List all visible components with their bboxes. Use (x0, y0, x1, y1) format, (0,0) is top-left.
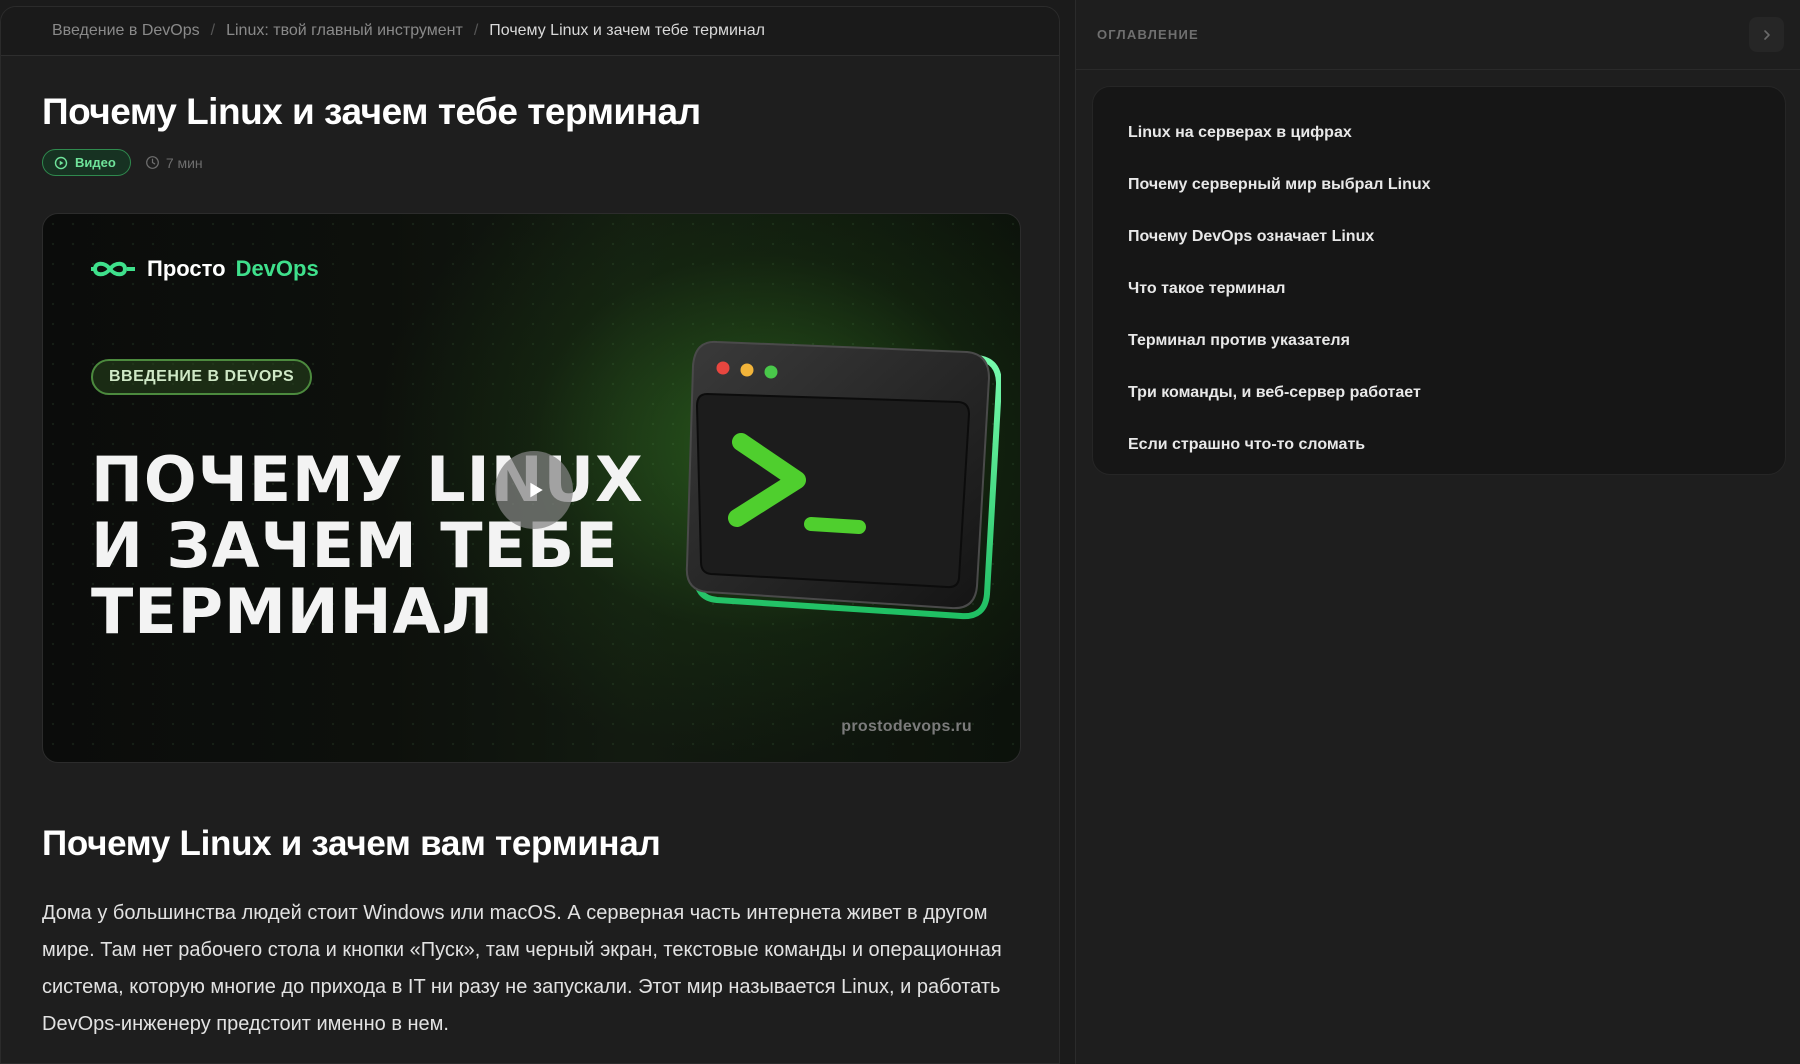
terminal-window-icon (685, 340, 1001, 620)
video-player[interactable]: Просто DevOps ВВЕДЕНИЕ В DEVOPS ПОЧЕМУ L… (42, 213, 1021, 763)
toc-list: Linux на серверах в цифрах Почему сервер… (1092, 86, 1786, 475)
toc-item[interactable]: Если страшно что-то сломать (1093, 419, 1785, 471)
toc-title: ОГЛАВЛЕНИЕ (1097, 27, 1199, 42)
app-root: Введение в DevOps / Linux: твой главный … (0, 0, 1800, 1064)
badge-label: Видео (75, 155, 116, 170)
lesson-meta: Видео 7 мин (42, 149, 203, 176)
brand-accent: DevOps (235, 256, 319, 281)
toc-header: ОГЛАВЛЕНИЕ (1076, 0, 1800, 70)
section-paragraph: Дома у большинства людей стоит Windows и… (42, 902, 1002, 1035)
video-badge: Видео (42, 149, 131, 176)
logo-icon (91, 261, 135, 277)
breadcrumb-item-module[interactable]: Linux: твой главный инструмент (226, 22, 463, 40)
breadcrumb-separator: / (473, 22, 479, 39)
collapse-toc-button[interactable] (1749, 17, 1784, 52)
breadcrumb-item-current: Почему Linux и зачем тебе терминал (489, 22, 765, 39)
chevron-right-icon (1763, 29, 1770, 40)
play-icon (530, 482, 543, 498)
toc-item[interactable]: Что такое терминал (1093, 263, 1785, 315)
breadcrumb-separator: / (210, 22, 216, 39)
toc-item[interactable]: Три команды, и веб-сервер работает (1093, 367, 1785, 419)
play-circle-icon (54, 156, 68, 169)
toc-item[interactable]: Почему серверный мир выбрал Linux (1093, 159, 1785, 211)
page-title: Почему Linux и зачем тебе терминал (42, 91, 701, 132)
table-of-contents-panel: ОГЛАВЛЕНИЕ Linux на серверах в цифрах По… (1075, 0, 1800, 1064)
duration-label: 7 мин (165, 154, 203, 171)
duration: 7 мин (145, 155, 203, 171)
video-brand: Просто DevOps (91, 256, 319, 282)
video-site-url: prostodevops.ru (841, 718, 972, 735)
video-tag: ВВЕДЕНИЕ В DEVOPS (91, 359, 313, 395)
headline-line: ТЕРМИНАЛ (91, 575, 495, 648)
toc-item[interactable]: Linux на серверах в цифрах (1093, 107, 1785, 159)
section-heading: Почему Linux и зачем вам терминал (42, 824, 661, 863)
breadcrumb-item-course[interactable]: Введение в DevOps (52, 22, 200, 40)
play-button[interactable] (495, 451, 573, 529)
brand-prefix: Просто (147, 256, 226, 281)
toc-item[interactable]: Почему DevOps означает Linux (1093, 211, 1785, 263)
clock-icon (145, 156, 159, 169)
headline-line: И ЗАЧЕМ ТЕБЕ (91, 509, 619, 582)
main-content: Введение в DevOps / Linux: твой главный … (0, 6, 1060, 1064)
toc-item[interactable]: Терминал против указателя (1093, 315, 1785, 367)
breadcrumb: Введение в DevOps / Linux: твой главный … (1, 7, 1059, 56)
